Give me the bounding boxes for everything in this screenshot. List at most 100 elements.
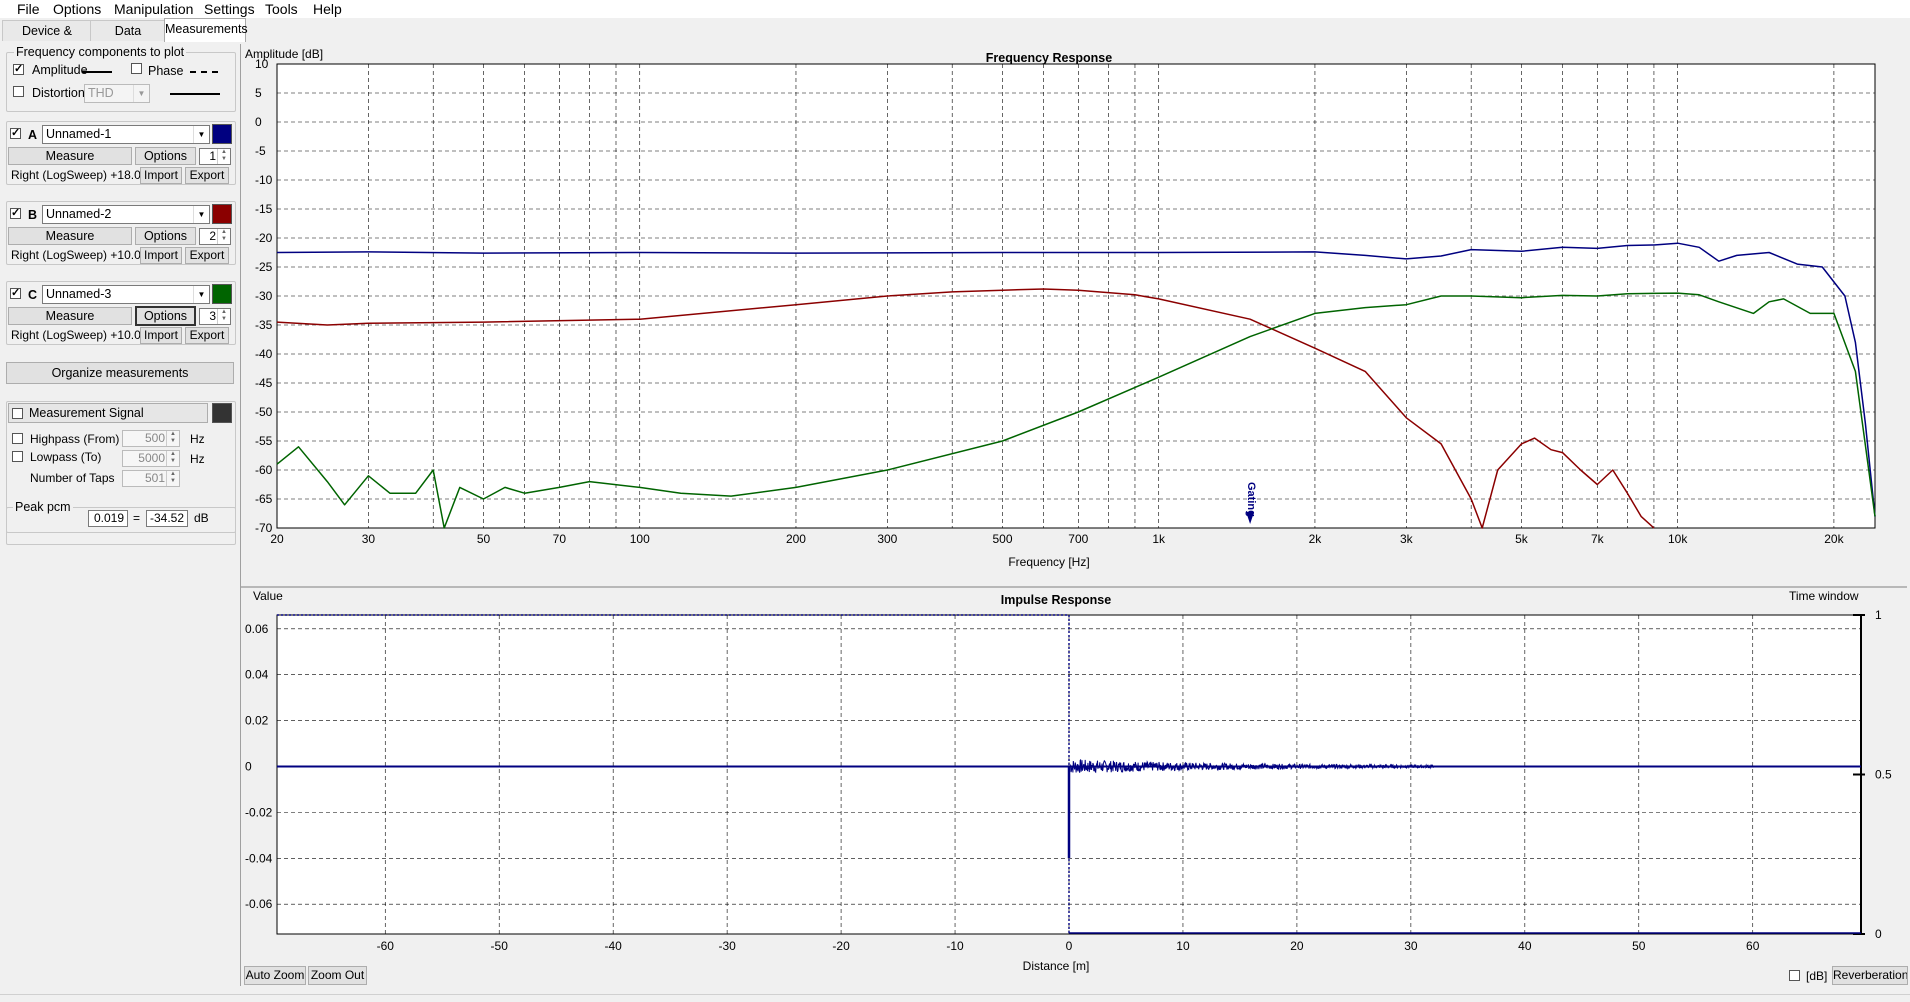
measurement-b-measure-button[interactable]: Measure bbox=[8, 227, 132, 245]
measurement-a-import-button[interactable]: Import bbox=[140, 167, 182, 184]
lowpass-label: Lowpass (To) bbox=[30, 450, 102, 464]
measurement-c-checkbox[interactable]: ✓ bbox=[10, 288, 21, 299]
distortion-mode-select[interactable]: THD ▼ bbox=[84, 84, 150, 103]
spin-arrows-icon[interactable]: ▲ ▼ bbox=[217, 149, 230, 164]
x-tick-label: 3k bbox=[1400, 532, 1414, 546]
peak-db-field[interactable]: -34.52 bbox=[146, 510, 188, 527]
distortion-checkbox[interactable] bbox=[13, 86, 24, 97]
menu-tools[interactable]: Tools bbox=[263, 1, 300, 17]
tab-measurements[interactable]: Measurements bbox=[164, 18, 248, 42]
distortion-mode-value: THD bbox=[88, 86, 114, 100]
measurement-signal-checkbox[interactable] bbox=[12, 408, 23, 419]
spin-arrows-icon[interactable]: ▲ ▼ bbox=[166, 471, 179, 486]
x-tick-label: 30 bbox=[362, 532, 376, 546]
y-tick-label: -25 bbox=[255, 260, 273, 274]
y2-tick-label: 0 bbox=[1875, 927, 1882, 941]
measurement-a-options-button[interactable]: Options bbox=[135, 147, 196, 165]
x-tick-label: 60 bbox=[1746, 939, 1760, 953]
x-axis-label: Distance [m] bbox=[1023, 959, 1090, 973]
amplitude-checkbox[interactable]: ✓ bbox=[13, 64, 24, 75]
x-tick-label: 20k bbox=[1824, 532, 1844, 546]
measurement-b-import-button[interactable]: Import bbox=[140, 247, 182, 264]
db-label: [dB] bbox=[1806, 969, 1828, 983]
peak-value-field[interactable]: 0.019 bbox=[88, 510, 128, 527]
y2-tick-label: 0.5 bbox=[1875, 768, 1892, 782]
highpass-stepper[interactable]: 500 ▲ ▼ bbox=[122, 430, 180, 447]
reverberation-button[interactable]: Reverberation bbox=[1832, 966, 1908, 985]
measurement-c-measure-button[interactable]: Measure bbox=[8, 307, 132, 325]
lowpass-checkbox[interactable] bbox=[12, 451, 23, 462]
x-tick-label: 1k bbox=[1152, 532, 1166, 546]
tab-data-analysis[interactable]: Data analysis bbox=[90, 20, 166, 58]
spin-arrows-icon[interactable]: ▲ ▼ bbox=[166, 451, 179, 466]
measurement-c-color-swatch[interactable] bbox=[212, 284, 232, 304]
phase-label: Phase bbox=[148, 64, 184, 78]
peak-title: Peak pcm bbox=[13, 500, 73, 514]
lowpass-unit: Hz bbox=[190, 452, 205, 466]
x-tick-label: 100 bbox=[630, 532, 650, 546]
phase-checkbox[interactable] bbox=[131, 63, 142, 74]
measurement-signal-button[interactable]: Measurement Signal bbox=[8, 403, 208, 423]
measurement-b-name-select[interactable]: Unnamed-2 ▼ bbox=[42, 205, 210, 224]
x-tick-label: -40 bbox=[605, 939, 623, 953]
lowpass-stepper[interactable]: 5000 ▲ ▼ bbox=[122, 450, 180, 467]
y-tick-label: -40 bbox=[255, 347, 273, 361]
measurement-a-number-stepper[interactable]: 1 ▲ ▼ bbox=[199, 148, 231, 165]
measurement-a-color-swatch[interactable] bbox=[212, 124, 232, 144]
lowpass-value: 5000 bbox=[138, 451, 165, 465]
measurement-a-measure-button[interactable]: Measure bbox=[8, 147, 132, 165]
y-tick-label: -20 bbox=[255, 231, 273, 245]
x-tick-label: 40 bbox=[1518, 939, 1532, 953]
x-tick-label: 0 bbox=[1066, 939, 1073, 953]
impulse-response-chart[interactable]: -60 -50 -40 -30 -20 -10 0 10 20 30 40 50 600.060.040… bbox=[241, 588, 1907, 984]
auto-zoom-button[interactable]: Auto Zoom bbox=[244, 966, 306, 985]
y-tick-label: -0.04 bbox=[245, 851, 273, 865]
x-tick-label: 10k bbox=[1668, 532, 1688, 546]
measurement-c-export-button[interactable]: Export bbox=[185, 327, 229, 344]
y-tick-label: -5 bbox=[255, 144, 266, 158]
y-tick-label: -0.02 bbox=[245, 805, 273, 819]
organize-measurements-button[interactable]: Organize measurements bbox=[6, 362, 234, 384]
menu-file[interactable]: File bbox=[15, 1, 42, 17]
spin-arrows-icon[interactable]: ▲ ▼ bbox=[217, 309, 230, 324]
menu-options[interactable]: Options bbox=[51, 1, 103, 17]
taps-stepper[interactable]: 501 ▲ ▼ bbox=[122, 470, 180, 487]
zoom-out-button[interactable]: Zoom Out bbox=[308, 966, 367, 985]
measurement-c-options-button[interactable]: Options bbox=[135, 306, 196, 326]
chevron-down-icon: ▼ bbox=[133, 85, 149, 102]
menu-help[interactable]: Help bbox=[311, 1, 344, 17]
measurement-c-letter: C bbox=[28, 288, 38, 302]
measurement-c-name-select[interactable]: Unnamed-3 ▼ bbox=[42, 285, 210, 304]
y-tick-label: -55 bbox=[255, 434, 273, 448]
distortion-label: Distortion bbox=[32, 86, 85, 100]
highpass-checkbox[interactable] bbox=[12, 433, 23, 444]
measurement-b-options-button[interactable]: Options bbox=[135, 227, 196, 245]
y-tick-label: -50 bbox=[255, 405, 273, 419]
measurement-a-export-button[interactable]: Export bbox=[185, 167, 229, 184]
measurement-a-name-select[interactable]: Unnamed-1 ▼ bbox=[42, 125, 210, 144]
measurement-b-checkbox[interactable]: ✓ bbox=[10, 208, 21, 219]
measurement-c-import-button[interactable]: Import bbox=[140, 327, 182, 344]
gating-label: Gating bbox=[1245, 482, 1257, 517]
measurement-signal-color-swatch[interactable] bbox=[212, 403, 232, 423]
y-tick-label: 0 bbox=[245, 759, 252, 773]
x-tick-label: 50 bbox=[477, 532, 491, 546]
measurement-b-color-swatch[interactable] bbox=[212, 204, 232, 224]
amplitude-label: Amplitude bbox=[32, 63, 88, 77]
taps-label: Number of Taps bbox=[30, 471, 115, 485]
frequency-response-chart[interactable]: 1050-5-10-15-20-25-30-35-40-45-50-55-60-… bbox=[241, 44, 1907, 586]
measurement-b-export-button[interactable]: Export bbox=[185, 247, 229, 264]
measurement-a-checkbox[interactable]: ✓ bbox=[10, 128, 21, 139]
spin-arrows-icon[interactable]: ▲ ▼ bbox=[217, 229, 230, 244]
chevron-down-icon: ▼ bbox=[193, 286, 209, 303]
db-checkbox[interactable] bbox=[1789, 970, 1800, 981]
measurement-c-number-stepper[interactable]: 3 ▲ ▼ bbox=[199, 308, 231, 325]
tab-bar: Device & Signal Data analysis Measuremen… bbox=[0, 18, 248, 58]
menu-manipulation[interactable]: Manipulation bbox=[112, 1, 195, 17]
x-tick-label: 20 bbox=[270, 532, 284, 546]
measurement-b-number-stepper[interactable]: 2 ▲ ▼ bbox=[199, 228, 231, 245]
menu-settings[interactable]: Settings bbox=[202, 1, 257, 17]
spin-arrows-icon[interactable]: ▲ ▼ bbox=[166, 431, 179, 446]
x-tick-label: -20 bbox=[832, 939, 850, 953]
tab-device-signal[interactable]: Device & Signal bbox=[2, 20, 92, 58]
